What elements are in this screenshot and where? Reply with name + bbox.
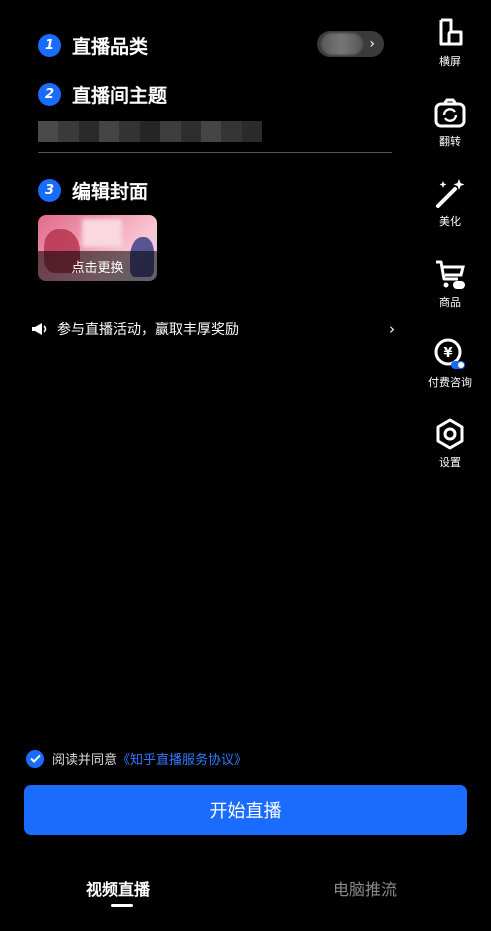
tool-label: 商品 (439, 296, 461, 309)
tab-pc-stream[interactable]: 电脑推流 (333, 876, 397, 900)
change-cover-button[interactable]: 点击更换 (38, 251, 157, 281)
active-tab-indicator (111, 904, 133, 907)
magic-wand-icon (436, 179, 465, 208)
tool-label: 付费咨询 (428, 376, 472, 389)
step-cover: 3 编辑封面 (38, 177, 148, 204)
tab-video-live[interactable]: 视频直播 (86, 876, 150, 900)
tool-beautify[interactable]: 美化 (420, 176, 480, 229)
camera-flip-icon (434, 98, 466, 128)
agreement-checkbox[interactable] (26, 749, 44, 768)
cover-blurred-area (82, 219, 122, 247)
agreement-link[interactable]: 《知乎直播服务协议》 (117, 749, 247, 768)
start-live-button[interactable]: 开始直播 (24, 785, 467, 835)
chevron-right-icon: › (389, 320, 395, 338)
step-title: 2 直播间主题 (38, 81, 167, 108)
activity-banner[interactable]: 参与直播活动，赢取丰厚奖励 › (31, 319, 395, 339)
step-number: 3 (38, 179, 61, 202)
activity-text: 参与直播活动，赢取丰厚奖励 (57, 322, 239, 338)
category-selector[interactable]: › (317, 31, 384, 57)
category-value-blurred (321, 33, 363, 55)
tool-products[interactable]: 商品 (420, 257, 480, 310)
chevron-right-icon: › (369, 36, 375, 52)
tool-label: 美化 (439, 215, 461, 228)
step-number: 1 (38, 34, 61, 57)
tool-label: 设置 (439, 456, 461, 469)
megaphone-icon (31, 320, 51, 338)
tool-settings[interactable]: 设置 (420, 417, 480, 470)
shopping-cart-icon (436, 260, 465, 289)
tool-paid-consult[interactable]: ¥ 付费咨询 (420, 337, 480, 390)
step-label-cover: 编辑封面 (72, 181, 149, 203)
landscape-icon (439, 18, 463, 46)
step-category: 1 直播品类 (38, 32, 148, 59)
step-number: 2 (38, 83, 61, 106)
tool-label: 翻转 (439, 135, 461, 148)
settings-hex-icon (436, 418, 464, 450)
paid-consult-icon: ¥ (434, 338, 465, 369)
tool-landscape[interactable]: 横屏 (420, 16, 480, 69)
agreement-text: 阅读并同意 (52, 753, 118, 768)
checkmark-icon (29, 754, 41, 763)
tool-label: 横屏 (439, 55, 461, 68)
agreement-row: 阅读并同意 《知乎直播服务协议》 (26, 749, 247, 768)
title-input-underline (38, 152, 392, 153)
step-label-title: 直播间主题 (72, 85, 168, 107)
tool-flip[interactable]: 翻转 (420, 96, 480, 149)
step-label-category: 直播品类 (72, 36, 149, 58)
title-input-blurred[interactable] (38, 121, 262, 142)
svg-text:¥: ¥ (443, 346, 452, 361)
cover-image[interactable]: 点击更换 (38, 215, 157, 281)
